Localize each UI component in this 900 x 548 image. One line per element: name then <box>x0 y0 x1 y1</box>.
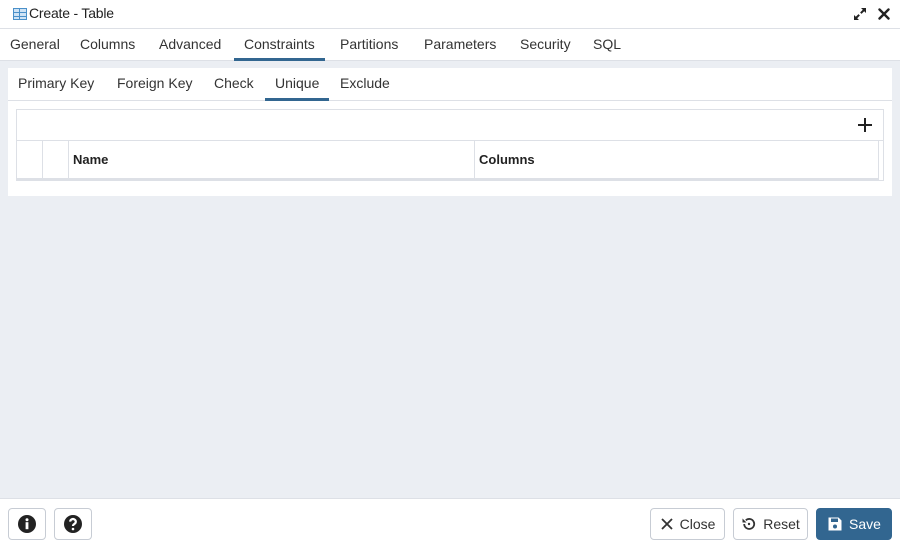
info-icon <box>18 515 36 533</box>
save-button[interactable]: Save <box>816 508 892 540</box>
save-button-label: Save <box>849 516 881 532</box>
info-button[interactable] <box>8 508 46 540</box>
header-cell-name[interactable]: Name <box>69 141 475 178</box>
unique-constraints-grid: Name Columns <box>16 109 884 181</box>
close-button[interactable]: Close <box>650 508 725 540</box>
subtab-exclude[interactable]: Exclude <box>340 68 390 100</box>
plus-icon[interactable] <box>856 116 874 134</box>
tab-partitions[interactable]: Partitions <box>340 29 398 60</box>
tab-constraints[interactable]: Constraints <box>234 29 325 61</box>
dialog-titlebar: Create - Table <box>0 0 900 29</box>
help-button[interactable] <box>54 508 92 540</box>
tab-columns[interactable]: Columns <box>80 29 135 60</box>
reset-button[interactable]: Reset <box>733 508 808 540</box>
tab-sql[interactable]: SQL <box>593 29 621 60</box>
dialog-footer: Close Reset Save <box>0 498 900 548</box>
table-icon <box>13 8 27 20</box>
header-cell-columns[interactable]: Columns <box>475 141 879 178</box>
tab-general[interactable]: General <box>10 29 60 60</box>
close-icon[interactable] <box>876 6 892 22</box>
tab-parameters[interactable]: Parameters <box>424 29 496 60</box>
close-button-label: Close <box>679 516 716 532</box>
reset-icon <box>742 518 756 530</box>
tab-security[interactable]: Security <box>520 29 571 60</box>
subtab-check[interactable]: Check <box>214 68 254 100</box>
help-icon <box>64 515 82 533</box>
dialog-title: Create - Table <box>29 5 114 21</box>
main-tabs: General Columns Advanced Constraints Par… <box>0 29 900 61</box>
header-cell-delete <box>17 141 43 178</box>
header-cell-edit <box>43 141 69 178</box>
tab-advanced[interactable]: Advanced <box>159 29 221 60</box>
subtab-unique[interactable]: Unique <box>264 68 330 101</box>
grid-toolbar <box>17 110 883 141</box>
reset-button-label: Reset <box>763 516 800 532</box>
subtab-foreign-key[interactable]: Foreign Key <box>117 68 192 100</box>
subtab-primary-key[interactable]: Primary Key <box>18 68 94 100</box>
expand-icon[interactable] <box>852 6 868 22</box>
constraint-subtabs: Primary Key Foreign Key Check Unique Exc… <box>8 68 892 101</box>
save-icon <box>828 517 842 531</box>
close-icon <box>660 518 673 530</box>
constraints-panel: Primary Key Foreign Key Check Unique Exc… <box>8 68 892 196</box>
grid-header: Name Columns <box>17 141 879 180</box>
